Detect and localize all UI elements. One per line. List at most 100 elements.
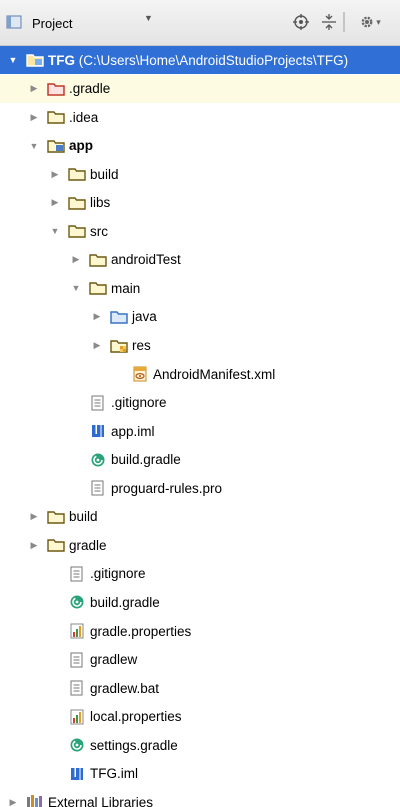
gradle-file-icon [68, 594, 86, 610]
tree-item-label: src [90, 223, 108, 239]
collapse-arrow-icon[interactable]: ▼ [49, 225, 61, 237]
expand-arrow-icon[interactable]: ▶ [49, 197, 61, 209]
folder-icon [47, 109, 65, 125]
text-file-icon [68, 652, 86, 668]
folder-icon [68, 223, 86, 239]
tree-item-label: .gitignore [90, 566, 146, 582]
tree-item-label: .gitignore [111, 395, 167, 411]
collapse-arrow-icon[interactable]: ▼ [70, 282, 82, 294]
tree-item-label: proguard-rules.pro [111, 480, 223, 496]
tree-row-build-gradle[interactable]: build.gradle [0, 588, 400, 616]
gear-icon [361, 16, 373, 28]
tree-item-label: build [69, 509, 98, 525]
tree-row-androidmanifest-xml[interactable]: AndroidManifest.xml [0, 360, 400, 388]
tree-item-label: androidTest [111, 252, 181, 268]
folder-icon [68, 195, 86, 211]
collapse-arrow-icon[interactable]: ▼ [28, 140, 40, 152]
tree-item-label: .idea [69, 109, 99, 125]
module-icon [47, 138, 65, 154]
tree-item-label: res [132, 338, 151, 353]
tree-row-androidtest[interactable]: ▶ androidTest [0, 246, 400, 274]
properties-file-icon [68, 623, 86, 639]
expand-arrow-icon[interactable]: ▶ [70, 254, 82, 266]
iml-file-icon [68, 766, 86, 782]
folder-icon [47, 509, 65, 525]
iml-file-icon [89, 423, 107, 439]
crosshair-icon [293, 14, 309, 30]
tree-row-build[interactable]: ▶ build [0, 503, 400, 531]
tree-row-settings-gradle[interactable]: settings.gradle [0, 731, 400, 759]
tree-row-gradle[interactable]: ▶ gradle [0, 531, 400, 559]
tree-row-app[interactable]: ▼ app [0, 132, 400, 160]
xml-file-icon [131, 366, 149, 382]
tree-row-libs[interactable]: ▶ libs [0, 189, 400, 217]
tree-row-gradle-properties[interactable]: gradle.properties [0, 617, 400, 645]
expand-arrow-icon[interactable]: ▶ [28, 539, 40, 551]
tree-item-label: settings.gradle [90, 737, 178, 753]
tree-item-label: build.gradle [90, 594, 160, 610]
folder-blue-icon [110, 309, 128, 325]
text-file-icon [68, 566, 86, 582]
tree-item-label: gradlew [90, 652, 138, 668]
tree-row-build[interactable]: ▶ build [0, 160, 400, 188]
view-selector-label: Project [32, 15, 73, 31]
tree-row-proguard-rules-pro[interactable]: proguard-rules.pro [0, 474, 400, 502]
tree-row-main[interactable]: ▼ main [0, 274, 400, 302]
gradle-file-icon [68, 737, 86, 753]
tree-row-gitignore[interactable]: .gitignore [0, 560, 400, 588]
collapse-arrow-icon[interactable]: ▼ [7, 54, 19, 66]
tree-row-tfg[interactable]: ▼ TFG (C:\Users\Home\AndroidStudioProject… [0, 46, 400, 74]
expand-arrow-icon[interactable]: ▶ [91, 311, 103, 323]
folder-icon [89, 280, 107, 296]
expand-arrow-icon[interactable]: ▶ [28, 111, 40, 123]
tree-row-tfg-iml[interactable]: TFG.iml [0, 760, 400, 788]
tree-item-label: java [132, 309, 157, 325]
toolbar-separator [343, 12, 345, 32]
tree-row-build-gradle[interactable]: build.gradle [0, 446, 400, 474]
expand-arrow-icon[interactable]: ▶ [91, 340, 103, 352]
scroll-from-source-button[interactable] [290, 10, 312, 34]
tree-row-src[interactable]: ▼ src [0, 217, 400, 245]
tree-row-external-libraries[interactable]: ▶ External Libraries [0, 788, 400, 807]
folder-icon [68, 166, 86, 182]
dropdown-arrow-icon: ▼ [144, 13, 153, 23]
expand-arrow-icon[interactable]: ▶ [49, 168, 61, 180]
tree-item-label: build [90, 166, 119, 182]
tree-item-label: app.iml [111, 423, 155, 439]
folder-icon [47, 537, 65, 553]
tree-item-label: local.properties [90, 709, 182, 725]
expand-arrow-icon[interactable]: ▶ [28, 83, 40, 95]
tree-row-gradle[interactable]: ▶ .gradle [0, 74, 400, 103]
tree-row-res[interactable]: ▶ res [0, 332, 400, 360]
project-view-icon [6, 14, 24, 33]
expand-arrow-icon[interactable]: ▶ [28, 511, 40, 523]
settings-dropdown-icon: ▾ [376, 16, 381, 27]
tree-item-label: External Libraries [48, 794, 154, 807]
text-file-icon [68, 680, 86, 696]
tree-item-label: .gradle [69, 81, 111, 97]
tree-item-label: gradle [69, 537, 107, 553]
tree-row-local-properties[interactable]: local.properties [0, 703, 400, 731]
folder-icon [89, 252, 107, 268]
tree-item-label: TFG.iml [90, 766, 138, 782]
tree-item-label: libs [90, 195, 111, 211]
project-tool-window: Project ▼ ▾ ▼ TFG (C:\Users\Home\Android… [0, 0, 400, 807]
collapse-all-button[interactable] [318, 10, 340, 34]
tree-row-app-iml[interactable]: app.iml [0, 417, 400, 445]
folder-res-icon [110, 338, 128, 354]
tree-row-gradlew[interactable]: gradlew [0, 646, 400, 674]
library-icon [26, 794, 44, 807]
collapse-all-icon [322, 14, 336, 30]
view-selector-dropdown[interactable]: Project ▼ [6, 10, 156, 36]
project-toolbar: Project ▼ ▾ [0, 0, 400, 46]
text-file-icon [89, 480, 107, 496]
expand-arrow-icon[interactable]: ▶ [7, 796, 19, 807]
tree-row-idea[interactable]: ▶ .idea [0, 103, 400, 131]
tree-row-java[interactable]: ▶ java [0, 303, 400, 331]
settings-button[interactable]: ▾ [352, 10, 388, 34]
properties-file-icon [68, 709, 86, 725]
tree-item-label: app [69, 138, 94, 154]
tree-row-gradlew-bat[interactable]: gradlew.bat [0, 674, 400, 702]
tree-item-label: TFG (C:\Users\Home\AndroidStudioProjects… [48, 52, 349, 68]
tree-row-gitignore[interactable]: .gitignore [0, 389, 400, 417]
